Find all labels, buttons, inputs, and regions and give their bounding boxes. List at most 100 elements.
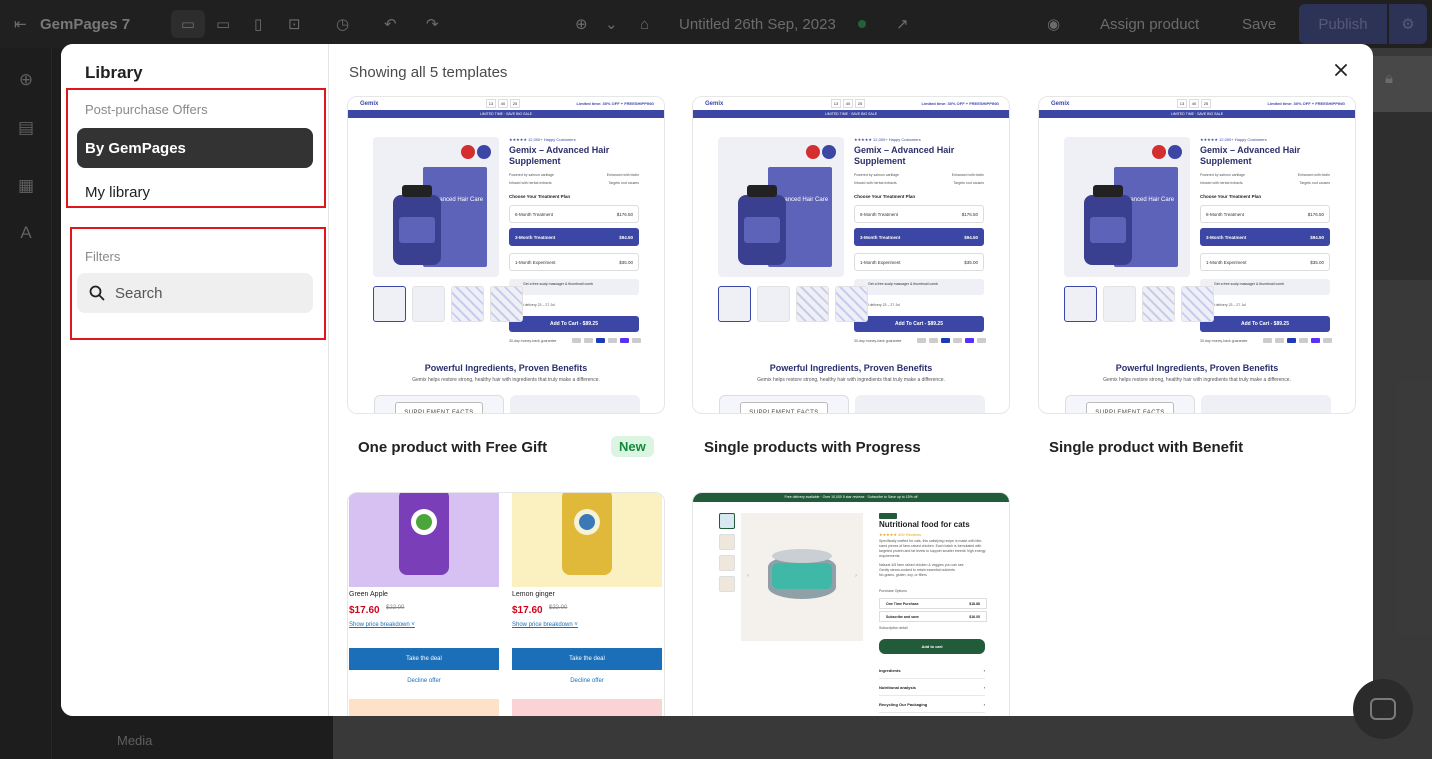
product-rating: ★★★★★ 12,000+ Happy Customers [1200,137,1267,142]
supplement-facts-panel: SUPPLEMENT FACTS [374,395,504,413]
decline-offer-link[interactable]: Decline offer [512,678,662,684]
product-title: Gemix – Advanced Hair Supplement [1200,145,1301,166]
add-to-cart-button[interactable]: Add to cart [879,639,985,654]
template-thumbnail[interactable]: Gemix 13 40 25 Limited time: 30% OFF + FRE… [692,96,1010,414]
payment-icons [1263,338,1332,343]
price-breakdown-link[interactable]: Show price breakdown ˅ [349,622,415,628]
chevron-left-icon[interactable]: ‹ [747,573,749,579]
plan-heading: Choose Your Treatment Plan [854,194,916,199]
price-breakdown-link[interactable]: Show price breakdown ˅ [512,622,578,628]
accordion-item[interactable]: Ingredients › [879,663,985,679]
product-title: Gemix – Advanced Hair Supplement [854,145,955,166]
product-image: Advanced Hair Care [373,137,499,277]
add-to-cart-button[interactable]: Add To Cart - $89.25 [509,316,639,332]
take-deal-button[interactable]: Take the deal [349,648,499,670]
product-features: Powered by salmon cartilage Enhanced with… [1200,173,1330,185]
offers-section-label: Post-purchase Offers [85,102,208,117]
plan-option[interactable]: 6-Month Treatment $176.50 [509,205,639,223]
drink-name: Lemon ginger [512,591,555,598]
benefits-heading: Powerful Ingredients, Proven Benefits [424,363,588,373]
drink-name: Green Apple [349,591,388,598]
chat-support-button[interactable] [1353,679,1413,739]
benefits-heading: Powerful Ingredients, Proven Benefits [769,363,933,373]
chat-icon [1370,698,1396,720]
accordion-item[interactable]: Nutritional analysis › [879,680,985,696]
accordion-item[interactable]: Recycling Our Packaging › [879,697,985,713]
payment-icons [917,338,986,343]
free-gift-banner: Get a free scalp massager & thumbnail co… [509,279,639,295]
template-thumbnail[interactable]: Green Apple $17.60 $22.00 Show price bre… [347,492,665,716]
guarantee-text: 30-day money-back guarantee [1200,339,1248,343]
plan-option[interactable]: 6-Month Treatment $176.50 [854,205,984,223]
product-rating: ★★★★★ 12,000+ Happy Customers [509,137,576,142]
template-thumbnail[interactable]: Gemix 13 40 25 Limited time: 30% OFF + FRE… [1038,96,1356,414]
template-name: Single product with Benefit [1049,439,1244,456]
plan-option[interactable]: 1-Month Experiment $35.00 [854,253,984,271]
template-name: One product with Free Gift [358,439,548,456]
purchase-options-heading: Purchase Options [879,589,907,593]
nav-item-by-gempages[interactable]: By GemPages [77,128,313,168]
library-modal: Library Post-purchase Offers By GemPages… [61,44,1373,716]
product-image: Advanced Hair Care [1064,137,1190,277]
product-rating: ★★★★★ 12,000+ Happy Customers [854,137,921,142]
product-features: Powered by salmon cartilage Enhanced with… [509,173,639,185]
filters-label: Filters [85,249,121,264]
product-description: Specifically crafted for cats, this sati… [879,539,986,577]
announcement-bar: Free delivery available · Over 10,000 5 … [693,493,1009,502]
template-thumbnail[interactable]: Gemix 13 40 25 Limited time: 30% OFF + FRE… [347,96,665,414]
benefit-circles [855,395,985,413]
bestseller-tag [879,513,897,519]
plan-heading: Choose Your Treatment Plan [1200,194,1262,199]
nav-item-my-library[interactable]: My library [77,172,313,212]
next-offer-preview [512,699,662,716]
purchase-option[interactable]: Subscribe and save $16.05 [879,611,987,622]
library-sidebar: Library Post-purchase Offers By GemPages… [61,44,329,716]
gallery-thumbnails [373,286,523,322]
plan-option[interactable]: 6-Month Treatment $176.50 [1200,205,1330,223]
drink-image [349,493,499,587]
gemix-header: Gemix 13 40 25 Limited time: 30% OFF + FRE… [348,97,664,110]
chevron-right-icon[interactable]: › [855,573,857,579]
subscription-detail: Subscription detail [879,626,908,630]
gemix-header: Gemix 13 40 25 Limited time: 30% OFF + FRE… [693,97,1009,110]
library-title: Library [85,63,143,82]
plan-option[interactable]: 1-Month Experiment $35.00 [509,253,639,271]
drink-price: $17.60 [512,605,543,616]
plan-option[interactable]: 1-Month Experiment $35.00 [1200,253,1330,271]
product-rating: ★★★★★ 492 Reviews [879,532,921,537]
add-to-cart-button[interactable]: Add To Cart - $89.25 [854,316,984,332]
promo-stripe: LIMITED TIME · SAVE BIG SALE [1039,110,1355,118]
plan-option[interactable]: 3-Month Treatment $94.50 [509,228,639,246]
drink-old-price: $22.00 [549,605,568,611]
templates-count: Showing all 5 templates [349,64,508,81]
plan-option[interactable]: 3-Month Treatment $94.50 [1200,228,1330,246]
close-icon[interactable] [1329,58,1353,82]
product-title: Gemix – Advanced Hair Supplement [509,145,610,166]
search-box[interactable] [77,273,313,313]
product-image: ‹ › [741,513,863,641]
plan-heading: Choose Your Treatment Plan [509,194,571,199]
payment-icons [572,338,641,343]
purchase-option[interactable]: One Time Purchase $18.88 [879,598,987,609]
benefit-circles [510,395,640,413]
gallery-thumbnails [718,286,868,322]
supplement-facts-panel: SUPPLEMENT FACTS [719,395,849,413]
gemix-header: Gemix 13 40 25 Limited time: 30% OFF + FRE… [1039,97,1355,110]
take-deal-button[interactable]: Take the deal [512,648,662,670]
template-name: Single products with Progress [704,439,921,456]
benefits-heading: Powerful Ingredients, Proven Benefits [1115,363,1279,373]
plan-option[interactable]: 3-Month Treatment $94.50 [854,228,984,246]
countdown-timer: 13 40 25 [486,99,520,108]
product-features: Powered by salmon cartilage Enhanced with… [854,173,984,185]
countdown-timer: 13 40 25 [831,99,865,108]
supplement-facts-panel: SUPPLEMENT FACTS [1065,395,1195,413]
template-thumbnail[interactable]: Free delivery available · Over 10,000 5 … [692,492,1010,716]
decline-offer-link[interactable]: Decline offer [349,678,499,684]
next-offer-preview [349,699,499,716]
drink-price: $17.60 [349,605,380,616]
search-input[interactable] [115,284,305,302]
benefits-subtext: Gemix helps restore strong, healthy hair… [1103,377,1291,383]
product-image: Advanced Hair Care [718,137,844,277]
add-to-cart-button[interactable]: Add To Cart - $89.25 [1200,316,1330,332]
drink-old-price: $22.00 [386,605,405,611]
